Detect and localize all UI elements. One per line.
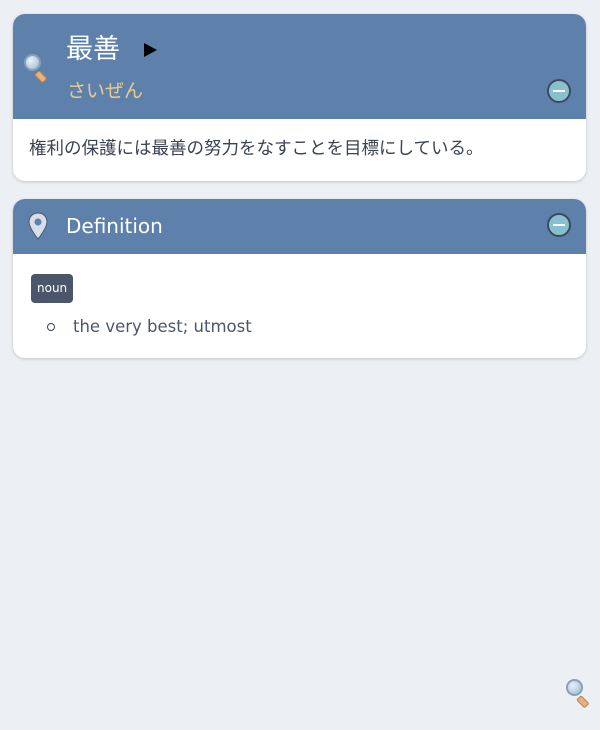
play-audio-button[interactable] <box>144 43 157 57</box>
map-pin-icon <box>28 212 48 240</box>
bullet-icon <box>47 323 55 331</box>
collapse-definition-button[interactable] <box>547 213 571 237</box>
example-sentence: 権利の保護には最善の努力をなすことを目標にしている。 <box>29 139 484 159</box>
collapse-word-button[interactable] <box>547 79 571 103</box>
reading: さいぜん <box>67 80 144 102</box>
gloss-item: the very best; utmost <box>13 315 252 339</box>
gloss-list: the very best; utmost <box>13 315 252 339</box>
headword: 最善 <box>66 34 120 65</box>
word-card-header: 最善 さいぜん <box>13 14 586 119</box>
definition-card-header: Definition <box>13 199 586 254</box>
gloss-text: the very best; utmost <box>73 317 252 336</box>
definition-title: Definition <box>66 214 163 238</box>
word-card: 最善 さいぜん 権利の保護には最善の努力をなすことを目標にしている。 <box>13 14 586 181</box>
part-of-speech-badge: noun <box>31 274 74 303</box>
definition-card: Definition noun the very best; utmost <box>13 199 586 358</box>
